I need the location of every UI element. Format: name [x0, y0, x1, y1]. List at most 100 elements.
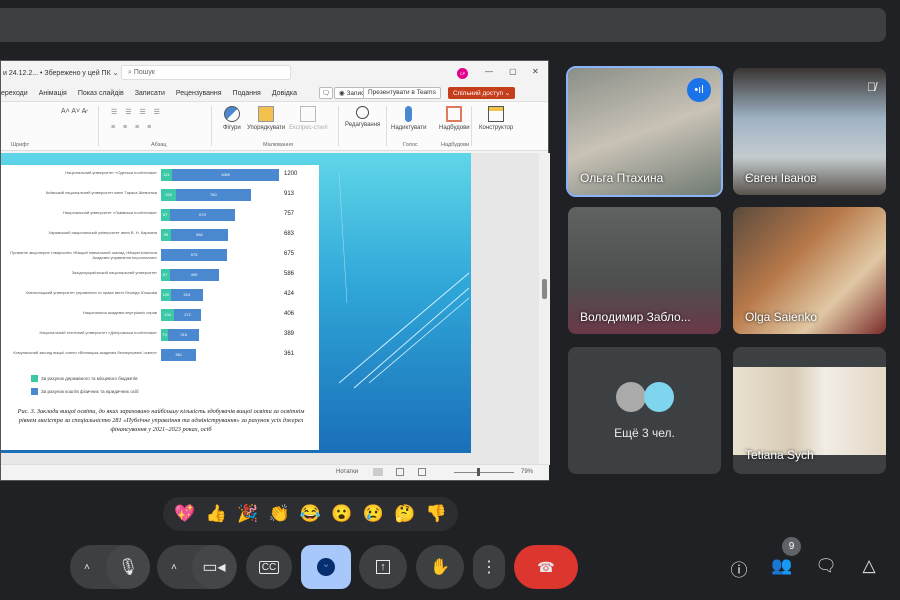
reaction-emoji[interactable]: 😢 — [363, 504, 384, 524]
editing-button[interactable]: Редагування — [345, 106, 380, 128]
reaction-emoji[interactable]: 🤔 — [394, 504, 415, 524]
bar-private: 315 — [168, 329, 200, 341]
arrange-icon — [258, 106, 275, 122]
zoom-slider[interactable] — [454, 472, 514, 473]
present-teams-button[interactable]: Презентувати в Teams — [363, 87, 441, 99]
editing-label: Редагування — [345, 122, 381, 128]
category-label: Хмельницький університет управління та п… — [25, 290, 157, 295]
bar-budget: 74 — [161, 329, 169, 341]
reading-view-icon[interactable] — [418, 468, 426, 476]
ribbon-tabs: ереходи Анімація Показ слайдів Записати … — [1, 85, 548, 101]
status-bar: Нотатки 79% — [1, 464, 549, 480]
participant-name: Володимир Забло... — [580, 310, 691, 324]
zoom-slider-thumb[interactable] — [477, 468, 480, 476]
reaction-emoji[interactable]: 😂 — [300, 504, 321, 524]
slide-editor: Національний університет «Одеська політе… — [1, 153, 539, 465]
group-font: Шрифт — [11, 142, 30, 148]
notes-button[interactable]: Нотатки — [336, 469, 358, 475]
more-participants-tile[interactable]: Ещё 3 чел. — [568, 347, 721, 474]
quick-styles-label: Експрес-стилі — [289, 125, 328, 131]
zoom-level[interactable]: 79% — [521, 469, 533, 475]
scrollbar-thumb[interactable] — [542, 279, 547, 299]
raise-hand-button[interactable]: ✋ — [416, 545, 464, 589]
dictate-button[interactable]: Надиктувати — [391, 106, 426, 131]
shapes-button[interactable]: Фігури — [223, 106, 241, 131]
addins-button[interactable]: Надбудови — [439, 106, 470, 131]
font-controls[interactable]: A˄ A˅ A̷ — [61, 108, 86, 115]
participant-name: Olga Saienko — [745, 310, 818, 324]
search-input[interactable]: ⌕ Пошук — [121, 65, 291, 80]
reaction-emoji[interactable]: 👍 — [206, 504, 227, 524]
comments-icon[interactable]: 🗨 — [319, 87, 334, 99]
participant-tile[interactable]: Olga Saienko — [733, 207, 886, 334]
slide-sorter-icon[interactable] — [396, 468, 404, 476]
participant-tile[interactable]: Володимир Забло... — [568, 207, 721, 334]
reaction-emoji[interactable]: 🎉 — [237, 504, 258, 524]
reaction-emoji[interactable]: 👎 — [426, 504, 447, 524]
chart-row: Національна академія внутрішніх справ 134… — [1, 307, 319, 323]
participant-name: Євген Іванов — [745, 171, 817, 185]
share-button[interactable]: Спільний доступ ⌄ — [448, 87, 516, 99]
reaction-emoji[interactable]: 😮 — [331, 504, 352, 524]
tab-record[interactable]: Записати — [135, 90, 165, 97]
avatar[interactable]: CP — [457, 68, 468, 79]
camera-button[interactable]: ▭◂ — [192, 545, 236, 589]
legend-item-private: За рахунок коштів фізичних та юридичних … — [31, 388, 139, 395]
people-button[interactable]: 👥 — [770, 556, 794, 580]
tab-animation[interactable]: Анімація — [39, 90, 67, 97]
close-icon[interactable]: ✕ — [532, 67, 539, 76]
reactions-button[interactable]: ᵕ — [301, 545, 351, 589]
reaction-emoji[interactable]: 👏 — [268, 504, 289, 524]
participant-video — [733, 367, 886, 455]
maximize-icon[interactable]: ▢ — [509, 67, 517, 76]
designer-button[interactable]: Конструктор — [479, 106, 513, 131]
align-controls[interactable]: ≡ ≡ ≡ ≡ — [111, 124, 154, 131]
bar-budget: 87 — [161, 209, 170, 221]
tab-transitions[interactable]: ереходи — [1, 90, 28, 97]
normal-view-icon[interactable] — [373, 468, 383, 476]
participant-name: Tetiana Sych — [745, 448, 814, 462]
minimize-icon[interactable]: — — [485, 67, 493, 76]
captions-icon: CC — [258, 560, 280, 574]
quick-styles-button[interactable]: Експрес-стилі — [289, 106, 328, 131]
end-call-icon: ☎ — [537, 558, 555, 575]
activities-icon: △ — [862, 556, 876, 575]
bar-budget: 153 — [161, 189, 177, 201]
designer-icon — [488, 106, 505, 122]
captions-button[interactable]: CC — [246, 545, 292, 589]
bar-private: 670 — [169, 209, 236, 221]
participant-tile[interactable]: Tetiana Sych — [733, 347, 886, 474]
top-bar — [0, 8, 886, 42]
tab-view[interactable]: Подання — [233, 90, 261, 97]
meeting-info-button[interactable]: ⓘ — [727, 556, 751, 580]
avatar — [616, 382, 646, 412]
category-label: Національний університет «Львівська полі… — [63, 210, 157, 215]
vertical-scrollbar[interactable] — [539, 153, 550, 465]
tab-help[interactable]: Довідка — [272, 90, 297, 97]
tab-slideshow[interactable]: Показ слайдів — [78, 90, 124, 97]
activities-button[interactable]: △ — [857, 556, 881, 580]
more-options-button[interactable]: ⋮ — [473, 545, 505, 589]
chevron-up-icon: ˄ — [84, 561, 90, 573]
chat-button[interactable]: 🗨 — [814, 556, 838, 580]
bar-budget: 87 — [161, 269, 170, 281]
chart-row: Приватне акціонерне товариство «Вищий на… — [1, 247, 319, 263]
tab-review[interactable]: Рецензування — [176, 90, 222, 97]
document-title[interactable]: и 24.12.2... • Збережено у цей ПК ⌄ — [3, 69, 118, 77]
participant-tile[interactable]: •ıl Ольга Птахина — [566, 66, 723, 197]
leave-call-button[interactable]: ☎ — [514, 545, 578, 589]
chart-row: Західноукраїнський національний універси… — [1, 267, 319, 283]
total-label: 683 — [284, 231, 295, 237]
paragraph-controls[interactable]: ☰ ☰ ☰ ☰ — [111, 108, 163, 116]
category-label: Національний технічний університет «Дніп… — [39, 330, 157, 335]
bar-private: 272 — [174, 309, 201, 321]
emoji-icon: ᵕ — [317, 558, 335, 576]
chart-row: Національний університет «Львівська полі… — [1, 207, 319, 223]
reaction-emoji[interactable]: 💖 — [174, 504, 195, 524]
shapes-label: Фігури — [223, 125, 241, 131]
people-icon: 👥 — [771, 556, 793, 575]
microphone-button[interactable]: 🎙 — [106, 545, 150, 589]
arrange-button[interactable]: Упорядкувати — [247, 106, 285, 131]
present-button[interactable]: ↑ — [359, 545, 407, 589]
participant-tile[interactable]: 🎙̸ Євген Іванов — [733, 68, 886, 195]
